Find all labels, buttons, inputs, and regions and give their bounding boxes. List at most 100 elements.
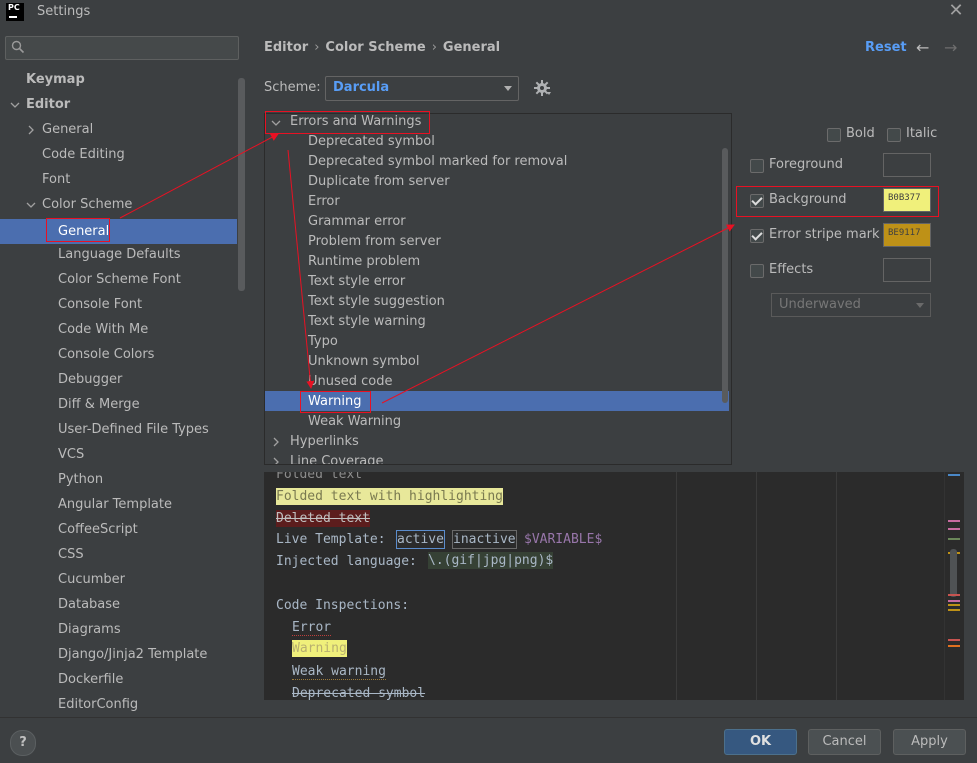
effects-label: Effects (769, 262, 814, 277)
effect-type-select[interactable]: Underwaved (771, 293, 931, 317)
error-stripe-checkbox[interactable] (750, 229, 764, 243)
scheme-select[interactable]: Darcula (325, 76, 519, 101)
foreground-checkbox[interactable] (750, 159, 764, 173)
bold-label: Bold (846, 126, 875, 141)
sidebar-item-label: Cucumber (58, 572, 125, 587)
sidebar-item-dockerfile[interactable]: Dockerfile (58, 667, 123, 692)
effects-checkbox[interactable] (750, 264, 764, 278)
sidebar-item-keymap[interactable]: Keymap (26, 67, 85, 92)
tree-item[interactable]: Grammar error (308, 212, 406, 232)
sidebar-item-cucumber[interactable]: Cucumber (58, 567, 125, 592)
breadcrumb: Editor › Color Scheme › General (264, 40, 500, 55)
pycharm-logo-icon: PC (6, 3, 24, 21)
search-icon (11, 40, 25, 54)
sidebar-item-label: General (42, 122, 94, 137)
settings-sidebar: Keymap Editor General Code Editing Font … (0, 26, 247, 717)
sidebar-item-diagrams[interactable]: Diagrams (58, 617, 121, 642)
tree-item[interactable]: Unused code (308, 372, 393, 392)
sidebar-item-language-defaults[interactable]: Language Defaults (58, 242, 181, 267)
chevron-right-icon[interactable] (271, 457, 281, 465)
foreground-color-swatch[interactable] (883, 153, 931, 177)
foreground-label: Foreground (769, 157, 844, 172)
sidebar-item-css[interactable]: CSS (58, 542, 84, 567)
gear-icon[interactable] (533, 79, 551, 97)
cancel-button[interactable]: Cancel (808, 729, 881, 755)
forward-arrow-icon[interactable]: → (944, 38, 957, 57)
tree-group-hyperlinks[interactable]: Hyperlinks (290, 432, 359, 452)
sidebar-item-editor[interactable]: Editor (26, 92, 70, 117)
sidebar-item-label: Color Scheme Font (58, 272, 181, 287)
sidebar-item-debugger[interactable]: Debugger (58, 367, 122, 392)
sidebar-item-code-with-me[interactable]: Code With Me (58, 317, 148, 342)
chevron-down-icon[interactable] (10, 100, 20, 110)
breadcrumb-editor[interactable]: Editor (264, 40, 308, 55)
preview-deprecated: Deprecated symbol (292, 686, 426, 700)
italic-label: Italic (906, 126, 938, 141)
sidebar-item-python[interactable]: Python (58, 467, 103, 492)
tree-item[interactable]: Weak Warning (308, 412, 401, 432)
sidebar-item-console-colors[interactable]: Console Colors (58, 342, 154, 367)
search-box[interactable] (5, 36, 239, 60)
sidebar-item-label: User-Defined File Types (58, 422, 209, 437)
sidebar-item-label: Dockerfile (58, 672, 124, 687)
tree-item[interactable]: Unknown symbol (308, 352, 419, 372)
sidebar-item-color-scheme-general[interactable]: General (0, 219, 237, 244)
error-stripe-color-swatch[interactable]: BE9117 (883, 223, 931, 247)
sidebar-item-label: Debugger (58, 372, 123, 387)
stripe-marker (948, 520, 960, 522)
help-button[interactable]: ? (10, 730, 36, 756)
stripe-marker (948, 474, 960, 476)
tree-item[interactable]: Typo (308, 332, 338, 352)
tree-item[interactable]: Error (308, 192, 340, 212)
sidebar-item-database[interactable]: Database (58, 592, 120, 617)
apply-button[interactable]: Apply (893, 729, 966, 755)
scheme-value: Darcula (333, 80, 390, 95)
tree-item[interactable]: Deprecated symbol (308, 132, 435, 152)
tree-item[interactable]: Text style suggestion (308, 292, 445, 312)
sidebar-item-user-defined-file-types[interactable]: User-Defined File Types (58, 417, 209, 442)
tree-item[interactable]: Text style warning (308, 312, 426, 332)
reset-link[interactable]: Reset (865, 40, 907, 55)
color-preview-editor[interactable]: Folded text Folded text with highlightin… (264, 472, 964, 700)
effects-color-swatch[interactable] (883, 258, 931, 282)
preview-weak-warning: Weak warning (292, 664, 386, 680)
sidebar-item-label: Color Scheme (42, 197, 133, 212)
tree-item[interactable]: Duplicate from server (308, 172, 450, 192)
chevron-right-icon[interactable] (26, 125, 36, 135)
sidebar-item-code-editing[interactable]: Code Editing (42, 142, 125, 167)
preview-scrollbar[interactable] (950, 549, 957, 597)
search-input[interactable] (32, 37, 236, 59)
chevron-down-icon[interactable] (26, 200, 36, 210)
sidebar-item-vcs[interactable]: VCS (58, 442, 84, 467)
back-arrow-icon[interactable]: ← (916, 38, 929, 57)
sidebar-item-coffeescript[interactable]: CoffeeScript (58, 517, 138, 542)
italic-checkbox[interactable] (887, 128, 901, 142)
sidebar-scrollbar[interactable] (238, 78, 245, 291)
ok-button[interactable]: OK (724, 729, 797, 755)
sidebar-item-color-scheme[interactable]: Color Scheme (42, 192, 132, 217)
tree-item[interactable]: Runtime problem (308, 252, 420, 272)
sidebar-item-diff-merge[interactable]: Diff & Merge (58, 392, 140, 417)
preview-guide-line (676, 472, 677, 700)
breadcrumb-color-scheme[interactable]: Color Scheme (325, 40, 425, 55)
sidebar-item-label: Font (42, 172, 71, 187)
close-icon[interactable]: ✕ (946, 1, 966, 21)
sidebar-item-editorconfig[interactable]: EditorConfig (58, 692, 138, 717)
sidebar-item-general[interactable]: General (42, 117, 93, 142)
logo-text: PC (8, 3, 20, 12)
chevron-right-icon[interactable] (271, 437, 281, 447)
sidebar-item-color-scheme-font[interactable]: Color Scheme Font (58, 267, 181, 292)
sidebar-item-django-jinja2-template[interactable]: Django/Jinja2 Template (58, 642, 207, 667)
sidebar-item-font[interactable]: Font (42, 167, 70, 192)
tree-item[interactable]: Deprecated symbol marked for removal (308, 152, 567, 172)
tree-group-line-coverage[interactable]: Line Coverage (290, 452, 384, 464)
preview-template-active: active (396, 530, 445, 549)
annotation-box-background (736, 186, 939, 217)
tree-item[interactable]: Text style error (308, 272, 405, 292)
tree-item[interactable]: Problem from server (308, 232, 441, 252)
sidebar-item-angular-template[interactable]: Angular Template (58, 492, 172, 517)
sidebar-item-label: CSS (58, 547, 84, 562)
sidebar-item-console-font[interactable]: Console Font (58, 292, 142, 317)
bold-checkbox[interactable] (827, 128, 841, 142)
tree-scrollbar[interactable] (722, 148, 728, 403)
